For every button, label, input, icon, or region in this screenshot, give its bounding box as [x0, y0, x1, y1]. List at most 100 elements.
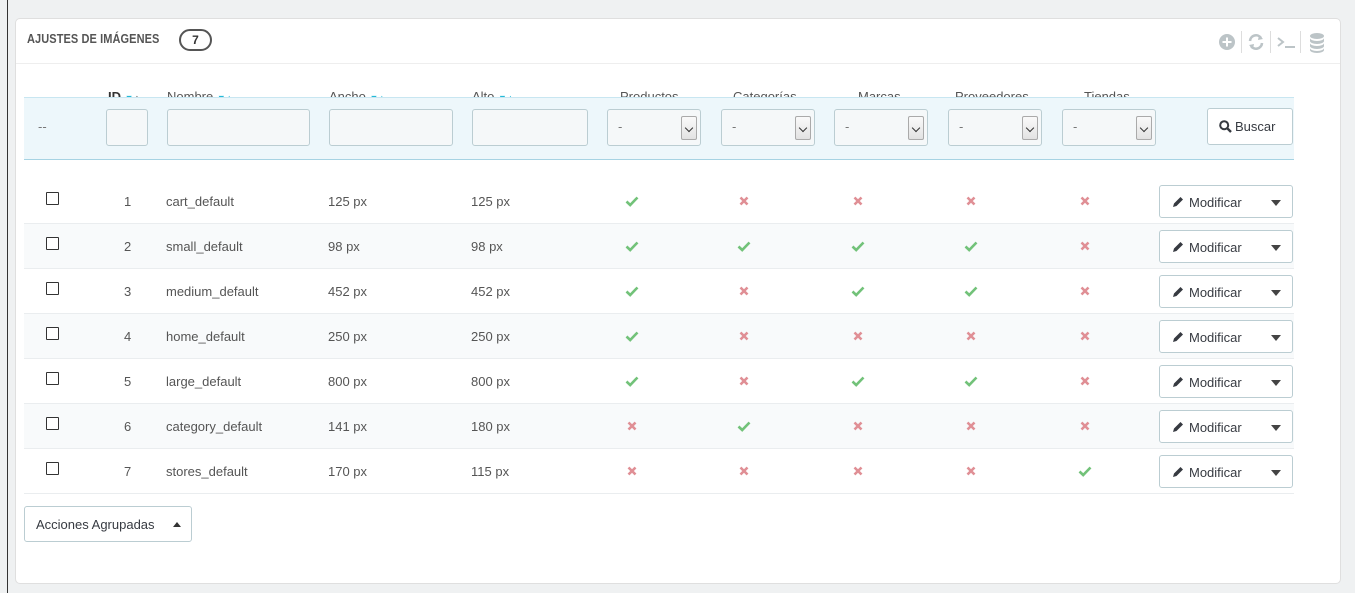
- window-left-edge: [7, 0, 8, 593]
- row-checkbox[interactable]: [46, 462, 59, 475]
- modify-button[interactable]: Modificar: [1159, 365, 1293, 398]
- cross-icon: [964, 328, 978, 342]
- filter-placeholder: --: [38, 120, 47, 134]
- caret-down-icon[interactable]: [1271, 290, 1281, 296]
- modify-button[interactable]: Modificar: [1159, 185, 1293, 218]
- cross-icon: [851, 193, 865, 207]
- cross-icon: [1078, 373, 1092, 387]
- row-width: 170 px: [328, 464, 368, 479]
- refresh-icon[interactable]: [1245, 31, 1271, 53]
- chevron-down-icon: [908, 116, 924, 140]
- row-checkbox[interactable]: [46, 237, 59, 250]
- check-icon: [851, 238, 865, 252]
- row-checkbox[interactable]: [46, 327, 59, 340]
- table-row[interactable]: 3 medium_default 452 px 452 px Modificar: [24, 269, 1294, 314]
- cross-icon: [1078, 238, 1092, 252]
- filter-name-input[interactable]: [167, 109, 310, 146]
- row-checkbox[interactable]: [46, 282, 59, 295]
- row-name: cart_default: [166, 194, 234, 209]
- count-badge: 7: [179, 29, 212, 51]
- database-export-icon[interactable]: [1306, 31, 1332, 53]
- search-icon: [1219, 120, 1232, 136]
- modify-button[interactable]: Modificar: [1159, 320, 1293, 353]
- cross-icon: [737, 328, 751, 342]
- row-height: 250 px: [471, 329, 511, 344]
- table-row[interactable]: 4 home_default 250 px 250 px Modificar: [24, 314, 1294, 359]
- table-row[interactable]: 1 cart_default 125 px 125 px Modificar: [24, 179, 1294, 224]
- caret-down-icon[interactable]: [1271, 470, 1281, 476]
- cross-icon: [851, 463, 865, 477]
- pencil-icon: [1171, 285, 1185, 302]
- modify-button[interactable]: Modificar: [1159, 230, 1293, 263]
- cross-icon: [737, 463, 751, 477]
- check-icon: [625, 283, 639, 297]
- modify-button[interactable]: Modificar: [1159, 455, 1293, 488]
- row-checkbox[interactable]: [46, 372, 59, 385]
- modify-button-label: Modificar: [1189, 420, 1242, 435]
- toolbar-divider: [1300, 31, 1301, 53]
- pencil-icon: [1171, 465, 1185, 482]
- filter-stores-select[interactable]: -: [1062, 109, 1156, 146]
- caret-down-icon[interactable]: [1271, 245, 1281, 251]
- cross-icon: [851, 328, 865, 342]
- row-width: 141 px: [328, 419, 368, 434]
- pencil-icon: [1171, 195, 1185, 212]
- modify-button-label: Modificar: [1189, 195, 1242, 210]
- filter-suppliers-select[interactable]: -: [948, 109, 1042, 146]
- caret-down-icon[interactable]: [1271, 200, 1281, 206]
- caret-down-icon[interactable]: [1271, 335, 1281, 341]
- chevron-down-icon: [1022, 116, 1038, 140]
- search-button-label: Buscar: [1235, 119, 1276, 134]
- filter-categories-select[interactable]: -: [721, 109, 815, 146]
- row-width: 452 px: [328, 284, 368, 299]
- filter-brands-select[interactable]: -: [834, 109, 928, 146]
- row-id: 4: [124, 329, 132, 344]
- table-row[interactable]: 2 small_default 98 px 98 px Modificar: [24, 224, 1294, 269]
- cross-icon: [1078, 328, 1092, 342]
- pencil-icon: [1171, 420, 1185, 437]
- row-height: 115 px: [471, 464, 510, 479]
- check-icon: [625, 193, 639, 207]
- search-button[interactable]: Buscar: [1207, 108, 1293, 145]
- cross-icon: [1078, 193, 1092, 207]
- row-id: 5: [124, 374, 132, 389]
- row-name: small_default: [166, 239, 243, 254]
- row-checkbox[interactable]: [46, 192, 59, 205]
- filter-height-input[interactable]: [472, 109, 588, 146]
- panel-title: AJUSTES DE IMÁGENES: [27, 32, 160, 46]
- cross-icon: [737, 283, 751, 297]
- table-row[interactable]: 6 category_default 141 px 180 px Modificar: [24, 404, 1294, 449]
- row-id: 2: [124, 239, 132, 254]
- modify-button[interactable]: Modificar: [1159, 410, 1293, 443]
- check-icon: [737, 238, 751, 252]
- add-icon[interactable]: [1216, 31, 1242, 53]
- bulk-actions-label: Acciones Agrupadas: [36, 517, 155, 532]
- cross-icon: [625, 418, 639, 432]
- row-height: 452 px: [471, 284, 511, 299]
- modify-button[interactable]: Modificar: [1159, 275, 1293, 308]
- bulk-actions-button[interactable]: Acciones Agrupadas: [24, 506, 192, 542]
- check-icon: [964, 283, 978, 297]
- row-id: 6: [124, 419, 132, 434]
- row-id: 7: [124, 464, 132, 479]
- toolbar-divider: [1270, 31, 1271, 53]
- table-row[interactable]: 7 stores_default 170 px 115 px Modificar: [24, 449, 1294, 494]
- cross-icon: [851, 418, 865, 432]
- caret-down-icon[interactable]: [1271, 380, 1281, 386]
- chevron-down-icon: [681, 116, 697, 140]
- filter-width-input[interactable]: [329, 109, 453, 146]
- row-name: large_default: [166, 374, 242, 389]
- modify-button-label: Modificar: [1189, 465, 1242, 480]
- caret-down-icon[interactable]: [1271, 425, 1281, 431]
- table-row[interactable]: 5 large_default 800 px 800 px Modificar: [24, 359, 1294, 404]
- select-value: -: [618, 120, 623, 134]
- modify-button-label: Modificar: [1189, 375, 1242, 390]
- filter-products-select[interactable]: -: [607, 109, 701, 146]
- row-checkbox[interactable]: [46, 417, 59, 430]
- cross-icon: [1078, 418, 1092, 432]
- sql-query-icon[interactable]: [1274, 31, 1300, 53]
- filter-id-input[interactable]: [106, 109, 148, 146]
- modify-button-label: Modificar: [1189, 330, 1242, 345]
- row-height: 800 px: [471, 374, 511, 389]
- modify-button-label: Modificar: [1189, 240, 1242, 255]
